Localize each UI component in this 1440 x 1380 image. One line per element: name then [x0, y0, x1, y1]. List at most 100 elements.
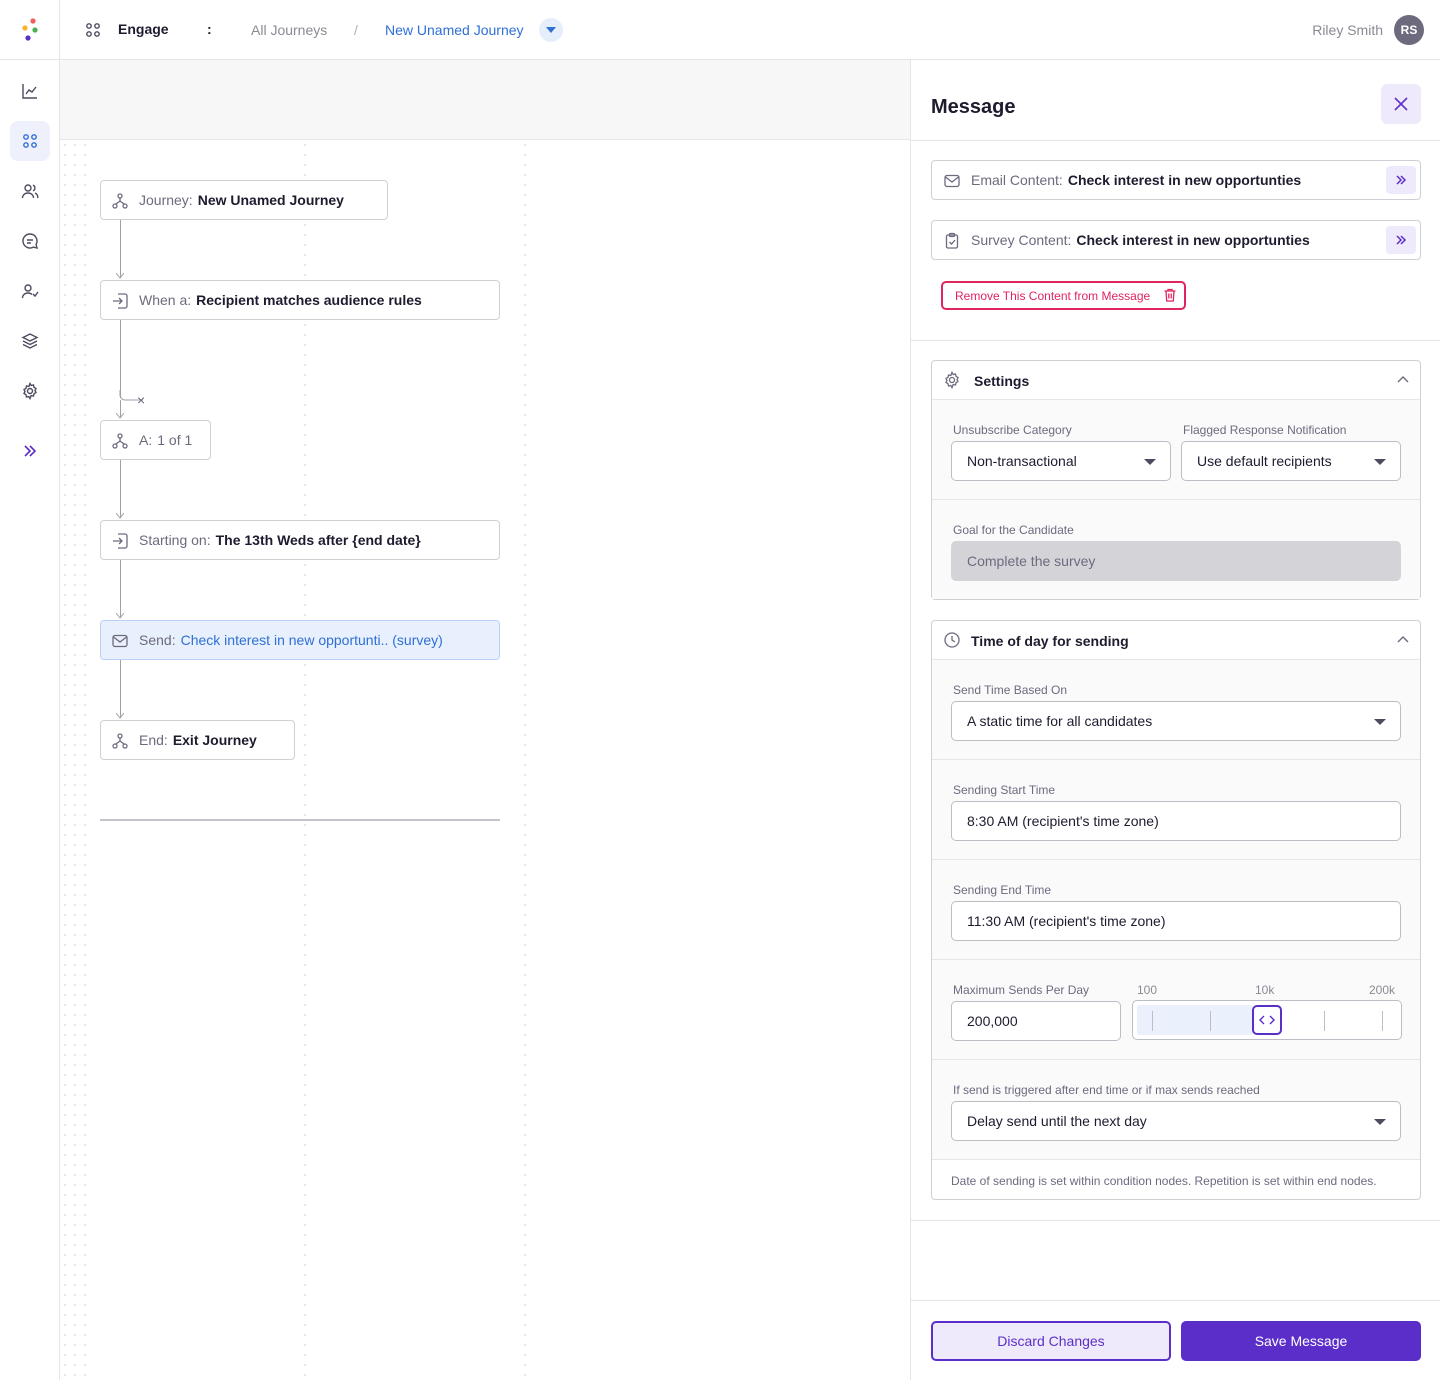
mail-icon — [112, 634, 128, 648]
top-header: Engage : All Journeys / New Unamed Journ… — [60, 0, 1440, 60]
canvas-gap — [94, 140, 108, 1380]
unsubscribe-category-select[interactable]: Non-transactional — [951, 441, 1171, 481]
end-time-value: 11:30 AM (recipient's time zone) — [967, 913, 1166, 929]
journey-end-divider — [100, 819, 500, 821]
start-time-section: Sending Start Time 8:30 AM (recipient's … — [932, 760, 1420, 860]
message-panel: Message Email Content: Check interest in… — [910, 60, 1440, 1380]
journey-dropdown-button[interactable] — [539, 18, 563, 42]
branch-close-icon[interactable]: × — [137, 392, 145, 408]
start-time-input[interactable]: 8:30 AM (recipient's time zone) — [951, 801, 1401, 841]
user-check-icon — [21, 284, 39, 299]
max-sends-slider[interactable] — [1132, 1000, 1402, 1040]
email-content-row[interactable]: Email Content: Check interest in new opp… — [931, 160, 1421, 200]
email-content-value: Check interest in new opportunties — [1067, 172, 1302, 188]
breadcrumb-all-journeys[interactable]: All Journeys — [251, 22, 327, 38]
start-time-value: 8:30 AM (recipient's time zone) — [967, 813, 1159, 829]
remove-content-button[interactable]: Remove This Content from Message — [941, 281, 1186, 310]
breadcrumb-current-journey[interactable]: New Unamed Journey — [385, 22, 524, 38]
unsubscribe-category-label: Unsubscribe Category — [953, 423, 1072, 437]
gear-icon — [23, 382, 37, 400]
breadcrumb-colon: : — [207, 21, 212, 37]
overflow-select[interactable]: Delay send until the next day — [951, 1101, 1401, 1141]
arrow-icon — [116, 413, 124, 419]
enter-icon — [113, 533, 128, 549]
node-branch-a[interactable]: A: 1 of 1 — [100, 420, 211, 460]
logo-icon — [22, 18, 38, 41]
user-name[interactable]: Riley Smith — [1312, 22, 1383, 38]
nav-layers[interactable] — [10, 321, 50, 361]
end-time-label: Sending End Time — [953, 883, 1052, 897]
overflow-value: Delay send until the next day — [967, 1113, 1147, 1129]
open-survey-content-button[interactable] — [1386, 226, 1416, 254]
node-value: Check interest in new opportunti.. (surv… — [180, 632, 443, 648]
nav-people[interactable] — [10, 171, 50, 211]
settings-header[interactable]: Settings — [932, 361, 1420, 400]
arrow-icon — [116, 513, 124, 519]
flagged-response-select[interactable]: Use default recipients — [1181, 441, 1401, 481]
caret-down-icon — [1144, 459, 1156, 465]
caret-down-icon — [1374, 1119, 1386, 1125]
node-condition[interactable]: Starting on: The 13th Weds after {end da… — [100, 520, 500, 560]
max-sends-input[interactable]: 200,000 — [951, 1001, 1121, 1041]
open-email-content-button[interactable] — [1386, 166, 1416, 194]
node-end[interactable]: End: Exit Journey — [100, 720, 295, 760]
slider-scale-max: 200k — [1369, 983, 1396, 997]
divider — [911, 1220, 1440, 1221]
app: Engage : All Journeys / New Unamed Journ… — [0, 0, 1440, 1380]
goal-input: Complete the survey — [951, 541, 1401, 581]
canvas-gap — [534, 140, 910, 1380]
node-value: Exit Journey — [172, 732, 257, 748]
nav-chat[interactable] — [10, 221, 50, 261]
flagged-response-label: Flagged Response Notification — [1183, 423, 1347, 437]
nav-expand[interactable] — [10, 431, 50, 471]
node-trigger[interactable]: When a: Recipient matches audience rules — [100, 280, 500, 320]
avatar[interactable]: RS — [1394, 15, 1424, 45]
save-message-button[interactable]: Save Message — [1181, 1321, 1421, 1361]
max-sends-label: Maximum Sends Per Day — [953, 983, 1090, 997]
discard-changes-button[interactable]: Discard Changes — [931, 1321, 1171, 1361]
nav-user-check[interactable] — [10, 271, 50, 311]
gear-icon — [945, 371, 959, 389]
divider — [911, 140, 1440, 141]
send-time-based-select[interactable]: A static time for all candidates — [951, 701, 1401, 741]
node-label: Send: — [139, 632, 176, 648]
end-time-input[interactable]: 11:30 AM (recipient's time zone) — [951, 901, 1401, 941]
node-journey[interactable]: Journey: New Unamed Journey — [100, 180, 388, 220]
icon-rail — [0, 0, 60, 1380]
journey-canvas[interactable]: × Journey: New Unamed Journey When a: Re… — [60, 60, 910, 1380]
caret-down-icon — [1374, 459, 1386, 465]
node-send[interactable]: Send: Check interest in new opportunti..… — [100, 620, 500, 660]
node-label: Starting on: — [139, 532, 211, 548]
connector — [120, 560, 121, 618]
double-chevron-right-icon — [1396, 175, 1407, 185]
max-sends-section: Maximum Sends Per Day 200,000 100 10k 20… — [932, 960, 1420, 1060]
time-of-day-card: Time of day for sending Send Time Based … — [931, 620, 1421, 1200]
logo[interactable] — [0, 0, 60, 60]
survey-content-value: Check interest in new opportunties — [1076, 232, 1310, 248]
node-label: When a: — [139, 292, 192, 308]
clipboard-icon — [945, 232, 959, 249]
trash-icon — [1164, 288, 1176, 302]
nav-settings[interactable] — [10, 371, 50, 411]
send-time-based-value: A static time for all candidates — [967, 713, 1153, 729]
mail-icon — [944, 174, 960, 188]
app-name[interactable]: Engage — [118, 21, 169, 37]
time-of-day-header[interactable]: Time of day for sending — [932, 621, 1420, 660]
connector — [120, 660, 121, 718]
panel-footer: Discard Changes Save Message — [911, 1300, 1440, 1380]
survey-content-row[interactable]: Survey Content: Check interest in new op… — [931, 220, 1421, 260]
people-icon — [21, 184, 39, 199]
close-panel-button[interactable] — [1381, 84, 1421, 124]
slider-thumb[interactable] — [1252, 1005, 1282, 1035]
double-chevron-right-icon — [1396, 235, 1407, 245]
chevron-up-icon — [1397, 636, 1409, 643]
arrow-icon — [116, 713, 124, 719]
nav-analytics[interactable] — [10, 71, 50, 111]
max-sends-value: 200,000 — [967, 1013, 1018, 1029]
nav-journeys[interactable] — [10, 121, 50, 161]
arrow-icon — [116, 273, 124, 279]
node-value: Recipient matches audience rules — [196, 292, 422, 308]
branch-icon — [112, 433, 128, 449]
slider-scale-mid: 10k — [1255, 983, 1275, 997]
enter-icon — [113, 293, 128, 309]
